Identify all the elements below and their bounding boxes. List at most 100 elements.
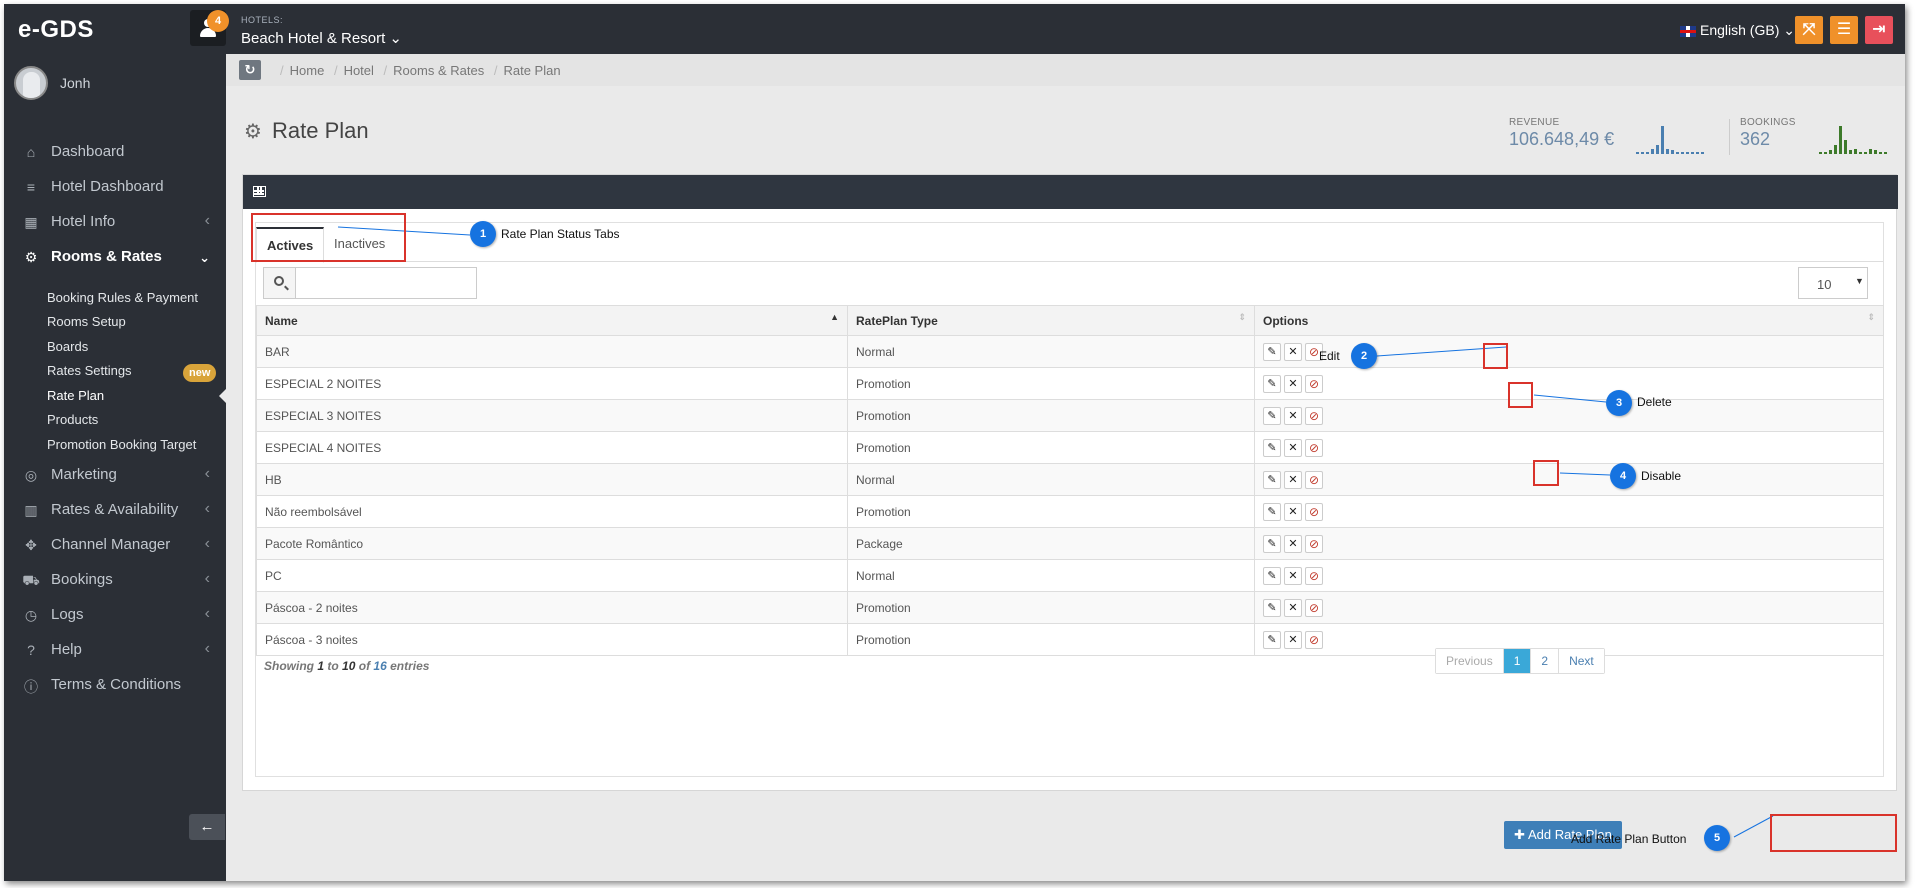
delete-button[interactable]: ✕ (1284, 566, 1302, 585)
delete-button[interactable]: ✕ (1284, 630, 1302, 649)
sparkline-bar (1696, 152, 1699, 154)
column-header-options[interactable]: Options ⇕ (1254, 305, 1884, 336)
table-row: BAR Normal ✎ ✕ ⊘ (256, 335, 1884, 368)
row-options: ✎ ✕ ⊘ (1254, 335, 1884, 368)
disable-button[interactable]: ⊘ (1305, 502, 1323, 521)
sparkline-bar (1869, 149, 1872, 154)
callout-5: 5 (1704, 825, 1730, 851)
disable-button[interactable]: ⊘ (1305, 630, 1323, 649)
hotel-selector[interactable]: Beach Hotel & Resort ⌄ (241, 29, 402, 47)
sidebar-item-help[interactable]: ? Help ‹ (4, 630, 226, 670)
menu-icon: ☰ (1836, 21, 1852, 38)
table-row: Não reembolsável Promotion ✎ ✕ ⊘ (256, 495, 1884, 528)
column-header-rateplan-type[interactable]: RatePlan Type ⇕ (847, 305, 1255, 336)
highlight-disable (1533, 460, 1559, 486)
disable-button[interactable]: ⊘ (1305, 566, 1323, 585)
sidebar-subitem-products[interactable]: Products (4, 406, 226, 434)
disable-button[interactable]: ⊘ (1305, 598, 1323, 617)
page-title: ⚙ Rate Plan (244, 118, 369, 144)
column-header-name[interactable]: Name ▲ (256, 305, 848, 336)
edit-button[interactable]: ✎ (1263, 374, 1281, 393)
disable-button[interactable]: ⊘ (1305, 438, 1323, 457)
callout-5-label: Add Rate Plan Button (1571, 832, 1687, 846)
info-prefix: Showing (264, 659, 314, 673)
bookings-sparkline (1819, 124, 1887, 154)
delete-button[interactable]: ✕ (1284, 534, 1302, 553)
language-selector[interactable]: English (GB) ⌄ (1680, 22, 1795, 39)
sidebar-item-rooms-rates[interactable]: ⚙ Rooms & Rates ⌄ (4, 237, 226, 277)
disable-button[interactable]: ⊘ (1305, 534, 1323, 553)
callout-1-label: Rate Plan Status Tabs (501, 227, 620, 241)
edit-button[interactable]: ✎ (1263, 534, 1281, 553)
row-options: ✎ ✕ ⊘ (1254, 591, 1884, 624)
refresh-button[interactable]: ↻ (239, 60, 261, 80)
disable-button[interactable]: ⊘ (1305, 406, 1323, 425)
highlight-delete (1508, 382, 1533, 408)
rate-plan-type: Normal (847, 335, 1255, 368)
sidebar-item-hotel-info[interactable]: ▦ Hotel Info ‹ (4, 202, 226, 242)
ban-icon: ⊘ (1308, 536, 1320, 551)
sidebar-item-marketing[interactable]: ◎ Marketing ‹ (4, 455, 226, 495)
close-icon: ✕ (1288, 345, 1298, 358)
search-input[interactable] (297, 268, 475, 298)
sidebar-subitem-rates-settings[interactable]: Rates Settings new (4, 357, 226, 385)
sidebar-item-logs[interactable]: ◷ Logs ‹ (4, 595, 226, 635)
pagination-page[interactable]: 2 (1531, 649, 1560, 673)
sidebar-subitem-rooms-setup[interactable]: Rooms Setup (4, 308, 226, 336)
edit-button[interactable]: ✎ (1263, 502, 1281, 521)
pagination-next[interactable]: Next (1559, 649, 1604, 673)
sidebar-item-terms[interactable]: ⓘ Terms & Conditions (4, 665, 226, 705)
delete-button[interactable]: ✕ (1284, 470, 1302, 489)
menu-button[interactable]: ☰ (1830, 16, 1858, 44)
delete-button[interactable]: ✕ (1284, 502, 1302, 521)
delete-button[interactable]: ✕ (1284, 342, 1302, 361)
delete-button[interactable]: ✕ (1284, 406, 1302, 425)
sidebar-item-bookings[interactable]: ⛟ Bookings ‹ (4, 560, 226, 600)
plus-icon: ✚ (1514, 827, 1526, 842)
edit-button[interactable]: ✎ (1263, 598, 1281, 617)
fullscreen-button[interactable]: ⤧ (1795, 16, 1823, 44)
rate-plan-name: PC (256, 559, 848, 592)
edit-button[interactable]: ✎ (1263, 470, 1281, 489)
table-row: Pacote Romântico Package ✎ ✕ ⊘ (256, 527, 1884, 560)
info-total: 16 (373, 659, 387, 673)
pagination-page[interactable]: 1 (1503, 649, 1532, 673)
disable-button[interactable]: ⊘ (1305, 470, 1323, 489)
sparkline-bar (1691, 152, 1694, 154)
sparkline-bar (1641, 152, 1644, 154)
callout-2: 2 (1351, 343, 1377, 369)
list-icon: ≡ (26, 179, 36, 195)
sidebar-item-dashboard[interactable]: ⌂ Dashboard (4, 132, 226, 172)
pagination-previous[interactable]: Previous (1436, 649, 1504, 673)
row-options: ✎ ✕ ⊘ (1254, 559, 1884, 592)
logout-button[interactable]: ⇥ (1865, 16, 1893, 44)
sidebar-collapse-button[interactable]: ← (189, 814, 225, 840)
breadcrumb-rooms-rates[interactable]: Rooms & Rates (393, 63, 484, 78)
row-options: ✎ ✕ ⊘ (1254, 463, 1884, 496)
sidebar-item-rates-availability[interactable]: ▥ Rates & Availability ‹ (4, 490, 226, 530)
page-title-text: Rate Plan (272, 118, 369, 143)
sidebar-item-hotel-dashboard[interactable]: ≡ Hotel Dashboard (4, 167, 226, 207)
disable-button[interactable]: ⊘ (1305, 374, 1323, 393)
ban-icon: ⊘ (1308, 472, 1320, 487)
breadcrumb-hotel[interactable]: Hotel (344, 63, 374, 78)
sparkline-bar (1661, 126, 1664, 154)
delete-button[interactable]: ✕ (1284, 438, 1302, 457)
edit-button[interactable]: ✎ (1263, 630, 1281, 649)
rate-plan-type: Promotion (847, 431, 1255, 464)
table-row: ESPECIAL 4 NOITES Promotion ✎ ✕ ⊘ (256, 431, 1884, 464)
edit-button[interactable]: ✎ (1263, 342, 1281, 361)
delete-button[interactable]: ✕ (1284, 374, 1302, 393)
breadcrumb-home[interactable]: Home (290, 63, 325, 78)
hotels-label: HOTELS: (241, 15, 284, 25)
edit-button[interactable]: ✎ (1263, 406, 1281, 425)
table-row: HB Normal ✎ ✕ ⊘ (256, 463, 1884, 496)
edit-button[interactable]: ✎ (1263, 566, 1281, 585)
expand-icon: ⤧ (1802, 21, 1816, 38)
close-icon: ✕ (1288, 537, 1298, 550)
page-length-select[interactable]: 10 ▼ (1798, 267, 1868, 299)
delete-button[interactable]: ✕ (1284, 598, 1302, 617)
sidebar-item-channel-manager[interactable]: ✥ Channel Manager ‹ (4, 525, 226, 565)
edit-button[interactable]: ✎ (1263, 438, 1281, 457)
rate-plan-type: Promotion (847, 591, 1255, 624)
